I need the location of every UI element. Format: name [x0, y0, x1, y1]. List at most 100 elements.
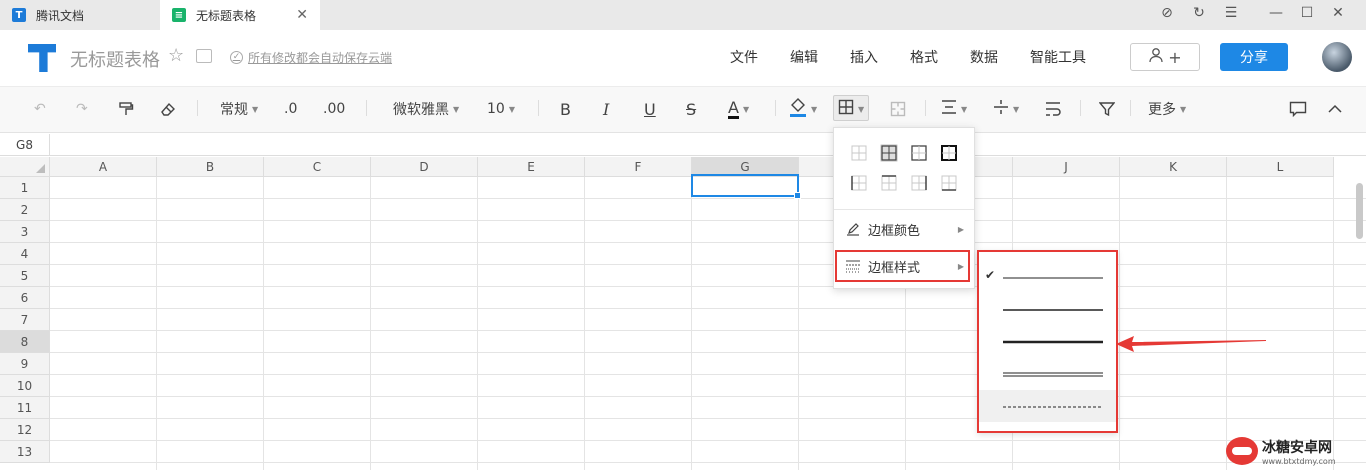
column-header-e[interactable]: E — [478, 157, 585, 177]
close-icon[interactable]: ✕ — [1328, 5, 1348, 21]
cell-reference-box[interactable]: G8 — [0, 134, 50, 156]
grid-row-line — [50, 374, 1366, 375]
formula-bar[interactable] — [50, 134, 1366, 156]
eraser-icon[interactable] — [160, 98, 176, 120]
invite-button[interactable]: + — [1130, 43, 1200, 71]
collapse-toolbar-icon[interactable] — [1328, 98, 1342, 120]
border-style-thin-solid[interactable] — [979, 261, 1116, 293]
border-right-icon[interactable] — [910, 174, 928, 192]
row-header-8[interactable]: 8 — [0, 331, 50, 353]
border-style-double[interactable] — [979, 357, 1116, 389]
border-style-thick-solid[interactable] — [979, 325, 1116, 357]
chevron-down-icon: ▼ — [508, 104, 515, 114]
menu-data[interactable]: 数据 — [970, 47, 998, 67]
row-header-13[interactable]: 13 — [0, 441, 50, 463]
column-header-f[interactable]: F — [585, 157, 692, 177]
row-header-11[interactable]: 11 — [0, 397, 50, 419]
toolbar-separator — [1130, 100, 1131, 116]
column-header-a[interactable]: A — [50, 157, 157, 177]
chevron-down-icon: ▼ — [453, 104, 460, 114]
column-header-k[interactable]: K — [1120, 157, 1227, 177]
border-bottom-icon[interactable] — [940, 174, 958, 192]
vertical-align-icon — [993, 99, 1009, 119]
row-header-2[interactable]: 2 — [0, 199, 50, 221]
column-header-c[interactable]: C — [264, 157, 371, 177]
grid-row-line — [50, 220, 1366, 221]
border-inner-icon[interactable] — [850, 144, 868, 162]
border-outer-icon[interactable] — [910, 144, 928, 162]
border-all-icon[interactable] — [880, 144, 898, 162]
row-header-7[interactable]: 7 — [0, 309, 50, 331]
row-header-5[interactable]: 5 — [0, 265, 50, 287]
avatar[interactable] — [1322, 42, 1352, 72]
underline-button[interactable]: U — [644, 98, 656, 120]
menu-insert[interactable]: 插入 — [850, 47, 878, 67]
vertical-scrollbar[interactable] — [1356, 183, 1363, 239]
format-painter-icon[interactable] — [118, 98, 134, 120]
pen-icon — [846, 222, 860, 236]
row-header-9[interactable]: 9 — [0, 353, 50, 375]
number-format-label: 常规 — [220, 102, 248, 118]
comment-icon[interactable] — [1289, 98, 1307, 120]
selected-cell[interactable] — [691, 174, 801, 199]
row-header-1[interactable]: 1 — [0, 177, 50, 199]
tab-untitled-sheet[interactable]: ≡ 无标题表格 ✕ — [160, 0, 320, 30]
border-style-dashed[interactable] — [979, 390, 1116, 422]
merge-cells-icon[interactable] — [890, 98, 906, 120]
menu-icon[interactable]: ☰ — [1221, 5, 1241, 21]
row-header-12[interactable]: 12 — [0, 419, 50, 441]
row-header-6[interactable]: 6 — [0, 287, 50, 309]
column-header-d[interactable]: D — [371, 157, 478, 177]
tab-label: 腾讯文档 — [36, 8, 85, 23]
tab-tencent-docs[interactable]: T 腾讯文档 — [0, 0, 160, 30]
increase-decimal-button[interactable]: .00 — [323, 98, 345, 120]
compass-icon[interactable]: ⊘ — [1157, 5, 1177, 21]
menu-smart-tools[interactable]: 智能工具 — [1030, 47, 1086, 67]
strikethrough-button[interactable]: S — [686, 98, 696, 120]
doc-title[interactable]: 无标题表格 — [70, 46, 160, 72]
font-color-button[interactable]: A ▼ — [728, 98, 749, 120]
align-button[interactable]: ▼ — [941, 98, 967, 120]
select-all-corner[interactable] — [0, 157, 50, 177]
tab-close-icon[interactable]: ✕ — [296, 7, 308, 23]
filter-icon[interactable] — [1099, 98, 1115, 120]
border-left-icon[interactable] — [850, 174, 868, 192]
font-size-select[interactable]: 10 ▼ — [487, 98, 515, 120]
refresh-icon[interactable]: ↻ — [1189, 5, 1209, 21]
menu-edit[interactable]: 编辑 — [790, 47, 818, 67]
undo-icon[interactable]: ↶ — [34, 98, 46, 120]
border-top-icon[interactable] — [880, 174, 898, 192]
column-header-j[interactable]: J — [1013, 157, 1120, 177]
font-family-select[interactable]: 微软雅黑 ▼ — [393, 98, 459, 120]
maximize-icon[interactable]: ☐ — [1297, 5, 1317, 21]
row-header-4[interactable]: 4 — [0, 243, 50, 265]
chevron-down-icon: ▼ — [1013, 104, 1020, 114]
number-format-select[interactable]: 常规 ▼ — [220, 98, 258, 120]
tencent-docs-icon: T — [12, 8, 26, 22]
wrap-text-icon[interactable] — [1045, 98, 1061, 120]
star-icon[interactable]: ☆ — [168, 45, 184, 66]
row-header-3[interactable]: 3 — [0, 221, 50, 243]
fill-color-button[interactable]: ▼ — [789, 98, 817, 120]
border-thick-outer-icon[interactable] — [940, 144, 958, 162]
folder-icon[interactable] — [196, 49, 212, 63]
column-header-l[interactable]: L — [1227, 157, 1334, 177]
italic-button[interactable]: I — [603, 98, 609, 120]
menu-file[interactable]: 文件 — [730, 47, 758, 67]
border-button[interactable]: ▼ — [838, 98, 864, 120]
bold-button[interactable]: B — [560, 98, 571, 120]
decrease-decimal-button[interactable]: .0 — [284, 98, 297, 120]
toolbar-separator — [925, 100, 926, 116]
vertical-align-button[interactable]: ▼ — [993, 98, 1019, 120]
menu-format[interactable]: 格式 — [910, 47, 938, 67]
more-button[interactable]: 更多 ▼ — [1148, 98, 1186, 120]
minimize-icon[interactable]: — — [1266, 5, 1286, 21]
column-header-b[interactable]: B — [157, 157, 264, 177]
share-button[interactable]: 分享 — [1220, 43, 1288, 71]
redo-icon[interactable]: ↷ — [76, 98, 88, 120]
row-header-10[interactable]: 10 — [0, 375, 50, 397]
border-color-menu-item[interactable]: 边框颜色 ▶ — [834, 212, 974, 246]
border-style-medium-solid[interactable] — [979, 293, 1116, 325]
grid-row-line — [50, 286, 1366, 287]
spreadsheet-grid[interactable]: ABCDEFGHIJKL12345678910111213 — [0, 157, 1366, 470]
